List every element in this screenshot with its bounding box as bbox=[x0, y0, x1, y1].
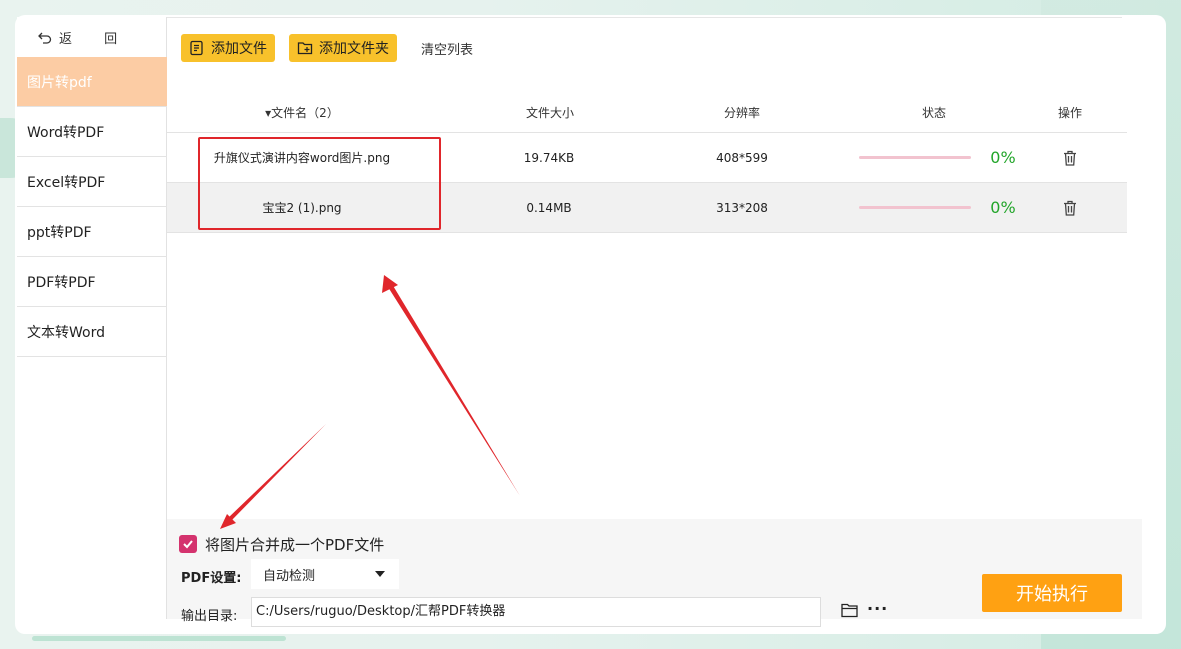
dropdown-arrow-icon bbox=[375, 571, 385, 577]
add-file-label: 添加文件 bbox=[211, 41, 267, 57]
progress-bar bbox=[859, 206, 971, 209]
scroll-indicator bbox=[32, 636, 286, 641]
sidebar-item-text-to-word[interactable]: 文本转Word bbox=[17, 307, 167, 357]
add-folder-button[interactable]: 添加文件夹 bbox=[289, 34, 397, 62]
more-options-button[interactable]: ··· bbox=[867, 599, 888, 618]
folder-icon[interactable] bbox=[841, 603, 859, 618]
start-button-label: 开始执行 bbox=[1016, 584, 1088, 605]
merge-checkbox[interactable] bbox=[179, 535, 197, 553]
output-dir-input[interactable]: C:/Users/ruguo/Desktop/汇帮PDF转换器 bbox=[251, 597, 821, 627]
file-resolution: 408*599 bbox=[716, 151, 768, 165]
start-button[interactable]: 开始执行 bbox=[982, 574, 1122, 612]
back-label: 返 回 bbox=[59, 31, 132, 47]
merge-checkbox-label[interactable]: 将图片合并成一个PDF文件 bbox=[205, 534, 384, 555]
progress-percent: 0% bbox=[990, 148, 1016, 167]
file-icon bbox=[190, 40, 203, 56]
sidebar-item-label: Word转PDF bbox=[27, 124, 105, 141]
progress-percent: 0% bbox=[990, 198, 1016, 217]
sidebar-item-image-to-pdf[interactable]: 图片转pdf bbox=[17, 57, 167, 107]
add-folder-label: 添加文件夹 bbox=[319, 41, 389, 57]
divider bbox=[167, 17, 1122, 18]
progress-bar bbox=[859, 156, 971, 159]
output-dir-label: 输出目录: bbox=[181, 609, 238, 624]
folder-plus-icon bbox=[297, 42, 313, 55]
pdf-settings-label: PDF设置: bbox=[181, 571, 242, 586]
back-button[interactable]: 返 回 bbox=[17, 17, 167, 57]
settings-panel: 将图片合并成一个PDF文件 PDF设置: 自动检测 输出目录: C:/Users… bbox=[167, 519, 1142, 627]
sidebar-item-label: 图片转pdf bbox=[27, 74, 92, 91]
toolbar: 添加文件 添加文件夹 清空列表 bbox=[181, 34, 473, 62]
annotation-highlight-box bbox=[198, 137, 441, 230]
file-size: 0.14MB bbox=[526, 201, 572, 215]
trash-icon[interactable] bbox=[1063, 150, 1077, 166]
pdf-settings-value: 自动检测 bbox=[263, 568, 316, 584]
column-header-name[interactable]: ▾文件名（2） bbox=[237, 97, 367, 133]
back-icon bbox=[37, 29, 53, 45]
add-file-button[interactable]: 添加文件 bbox=[181, 34, 275, 62]
sidebar-menu: 图片转pdf Word转PDF Excel转PDF ppt转PDF PDF转PD… bbox=[17, 57, 167, 357]
column-header-resolution: 分辨率 bbox=[723, 106, 760, 120]
table-header: ▾文件名（2） 文件大小 分辨率 状态 操作 bbox=[167, 97, 1127, 133]
sidebar-item-pdf-to-pdf[interactable]: PDF转PDF bbox=[17, 257, 167, 307]
sidebar-item-ppt-to-pdf[interactable]: ppt转PDF bbox=[17, 207, 167, 257]
sidebar: 返 回 图片转pdf Word转PDF Excel转PDF ppt转PDF PD… bbox=[17, 17, 167, 619]
column-header-action: 操作 bbox=[1057, 106, 1082, 120]
pdf-settings-select[interactable]: 自动检测 bbox=[251, 559, 399, 589]
file-resolution: 313*208 bbox=[716, 201, 768, 215]
column-header-size: 文件大小 bbox=[525, 106, 574, 120]
sidebar-item-label: ppt转PDF bbox=[27, 224, 92, 241]
sidebar-item-excel-to-pdf[interactable]: Excel转PDF bbox=[17, 157, 167, 207]
file-size: 19.74KB bbox=[523, 151, 575, 165]
trash-icon[interactable] bbox=[1063, 200, 1077, 216]
sidebar-item-label: PDF转PDF bbox=[27, 274, 96, 291]
sidebar-item-label: 文本转Word bbox=[27, 324, 105, 341]
clear-list-button[interactable]: 清空列表 bbox=[421, 39, 473, 58]
checkmark-icon bbox=[183, 540, 193, 549]
sidebar-item-label: Excel转PDF bbox=[27, 174, 106, 191]
sidebar-item-word-to-pdf[interactable]: Word转PDF bbox=[17, 107, 167, 157]
column-header-status: 状态 bbox=[921, 106, 946, 120]
